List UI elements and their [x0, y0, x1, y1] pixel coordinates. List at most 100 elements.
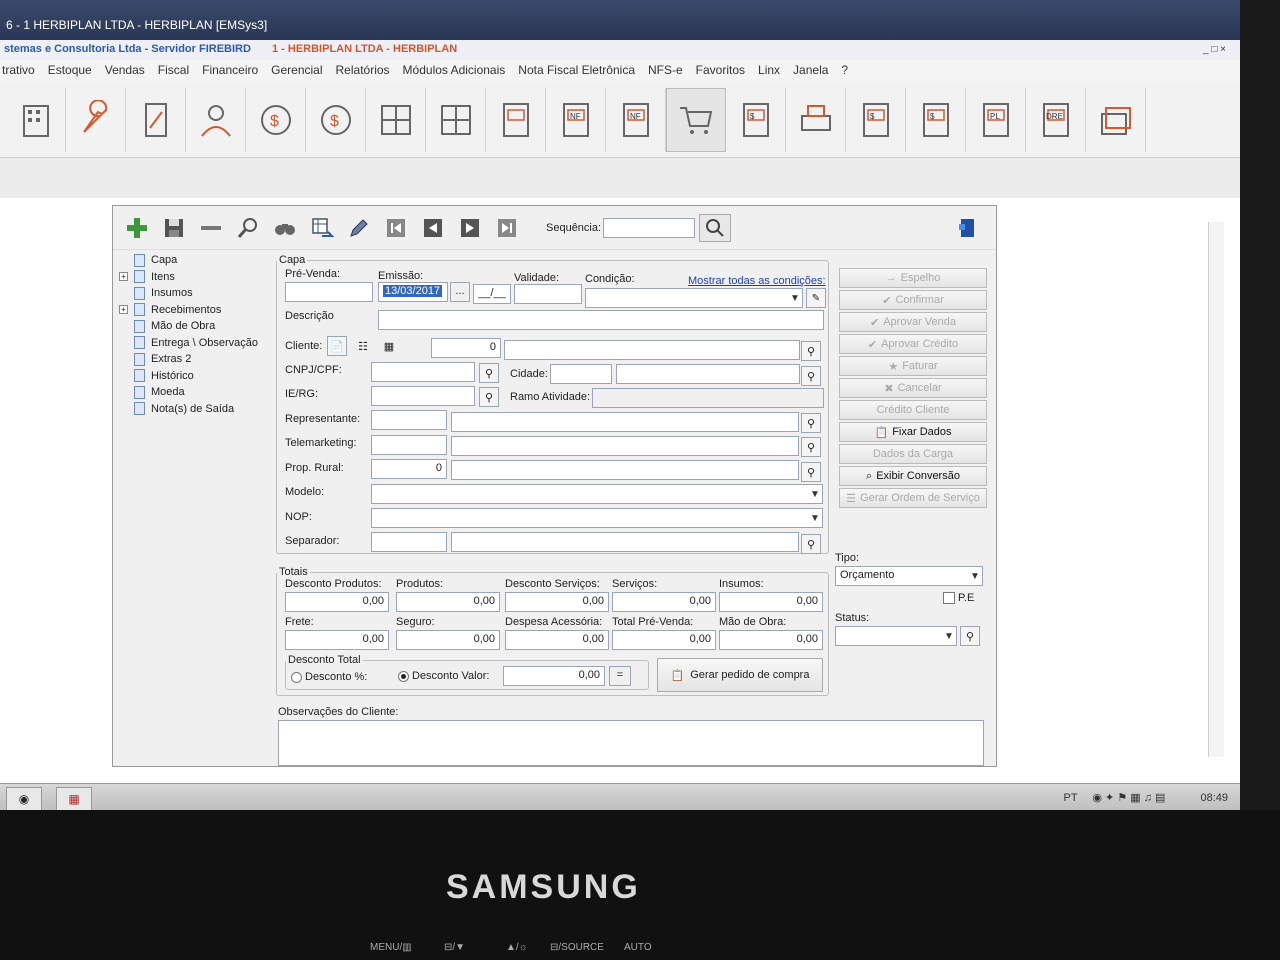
toolbar-button-cart[interactable] [666, 87, 726, 152]
pre-venda-input[interactable] [285, 282, 373, 302]
action-2-button[interactable]: ✔ Aprovar Venda [839, 312, 987, 332]
action-4-button[interactable]: ★ Faturar [839, 356, 987, 376]
tree-item[interactable]: Entrega \ Observação [119, 335, 269, 352]
cidade-search-button[interactable]: ⚲ [801, 366, 821, 386]
monitor-button-4[interactable]: AUTO [624, 942, 652, 953]
condicao-edit-button[interactable]: ✎ [806, 288, 826, 308]
telemarketing-search-button[interactable]: ⚲ [801, 437, 821, 457]
action-7-button[interactable]: 📋 Fixar Dados [839, 422, 987, 442]
cliente-code-input[interactable]: 0 [431, 338, 501, 358]
tipo-select[interactable]: Orçamento [835, 566, 983, 586]
cliente-list-button[interactable]: ☷ [353, 336, 373, 356]
toolbar-button-folders[interactable] [1086, 87, 1146, 152]
pe-checkbox[interactable] [943, 592, 955, 604]
toolbar-button-nf-out[interactable]: NF [606, 87, 666, 152]
menu-item-1[interactable]: Estoque [48, 63, 92, 77]
desconto-pct-radio[interactable] [291, 672, 302, 683]
last-record-button[interactable] [491, 214, 523, 242]
representante-code-input[interactable] [371, 410, 447, 430]
toolbar-button-money-plus[interactable]: $ [306, 87, 366, 152]
status-select[interactable] [835, 626, 957, 646]
action-9-button[interactable]: ⌕ Exibir Conversão [839, 466, 987, 486]
tree-item[interactable]: Histórico [119, 368, 269, 385]
representante-name-input[interactable] [451, 412, 799, 432]
prop-rural-search-button[interactable]: ⚲ [801, 462, 821, 482]
time-input[interactable]: __/__ [473, 284, 511, 304]
condicao-select[interactable] [585, 288, 803, 308]
toolbar-button-dre[interactable]: DRE [1026, 87, 1086, 152]
total-value[interactable]: 0,00 [285, 592, 389, 612]
action-6-button[interactable]: Crédito Cliente [839, 400, 987, 420]
monitor-button-0[interactable]: MENU/▥ [370, 942, 412, 953]
next-record-button[interactable] [454, 214, 486, 242]
tree-item[interactable]: Insumos [119, 285, 269, 302]
telemarketing-code-input[interactable] [371, 435, 447, 455]
tree-item[interactable]: Extras 2 [119, 351, 269, 368]
toolbar-button-document[interactable] [126, 87, 186, 152]
monitor-button-1[interactable]: ⊟/▼ [444, 942, 465, 953]
total-value[interactable]: 0,00 [396, 630, 500, 650]
menu-item-10[interactable]: Favoritos [696, 63, 745, 77]
total-value[interactable]: 0,00 [285, 630, 389, 650]
telemarketing-name-input[interactable] [451, 436, 799, 456]
modelo-select[interactable] [371, 484, 823, 504]
status-search-button[interactable]: ⚲ [960, 626, 980, 646]
date-picker-button[interactable]: ... [450, 282, 470, 302]
tree-item[interactable]: + Recebimentos [119, 302, 269, 319]
toolbar-button-money-minus[interactable]: $ [246, 87, 306, 152]
exit-button[interactable] [952, 214, 984, 242]
desconto-valor-radio[interactable] [398, 671, 409, 682]
desconto-apply-button[interactable]: = [609, 666, 631, 686]
toolbar-button-grid[interactable] [366, 87, 426, 152]
menu-item-11[interactable]: Linx [758, 63, 780, 77]
total-value[interactable]: 0,00 [612, 630, 716, 650]
sequence-search-button[interactable] [699, 213, 732, 242]
cliente-search-button[interactable]: ⚲ [801, 341, 821, 361]
action-10-button[interactable]: ☰ Gerar Ordem de Serviço [839, 488, 987, 508]
prop-rural-code-input[interactable]: 0 [371, 459, 447, 479]
menu-item-7[interactable]: Módulos Adicionais [403, 63, 506, 77]
separador-name-input[interactable] [451, 532, 799, 552]
separador-code-input[interactable] [371, 532, 447, 552]
mdi-scrollbar[interactable] [1208, 222, 1224, 757]
menu-item-9[interactable]: NFS-e [648, 63, 683, 77]
sequence-input[interactable] [603, 217, 696, 238]
monitor-button-2[interactable]: ▲/☼ [506, 942, 528, 953]
cidade-name-input[interactable] [616, 364, 800, 384]
monitor-button-3[interactable]: ⊟/SOURCE [550, 942, 604, 953]
mostrar-condicoes-link[interactable]: Mostrar todas as condições: [688, 275, 826, 287]
toolbar-button-nf-in[interactable]: NF [546, 87, 606, 152]
total-value[interactable]: 0,00 [505, 592, 609, 612]
menu-item-13[interactable]: ? [841, 63, 848, 77]
menu-item-6[interactable]: Relatórios [336, 63, 390, 77]
first-record-button[interactable] [380, 214, 412, 242]
tree-item[interactable]: Mão de Obra [119, 318, 269, 335]
menu-item-8[interactable]: Nota Fiscal Eletrônica [518, 63, 635, 77]
menu-item-4[interactable]: Financeiro [202, 63, 258, 77]
gerar-pedido-button[interactable]: 📋 Gerar pedido de compra [657, 658, 823, 692]
action-3-button[interactable]: ✔ Aprovar Crédito [839, 334, 987, 354]
remove-button[interactable] [195, 214, 227, 242]
toolbar-button-building[interactable] [6, 87, 66, 152]
representante-search-button[interactable]: ⚲ [801, 413, 821, 433]
filter-button[interactable] [269, 214, 301, 242]
ramo-input[interactable] [592, 388, 824, 408]
validade-input[interactable] [514, 284, 582, 304]
toolbar-button-receipt-minus[interactable]: $ [726, 87, 786, 152]
toolbar-button-receipt-list[interactable]: $ [906, 87, 966, 152]
cnpj-input[interactable] [371, 362, 475, 382]
toolbar-button-printer[interactable] [786, 87, 846, 152]
total-value[interactable]: 0,00 [719, 592, 823, 612]
prev-record-button[interactable] [417, 214, 449, 242]
total-value[interactable]: 0,00 [612, 592, 716, 612]
tree-item[interactable]: Nota(s) de Saída [119, 401, 269, 418]
menu-item-3[interactable]: Fiscal [158, 63, 189, 77]
total-value[interactable]: 0,00 [719, 630, 823, 650]
expand-icon[interactable]: + [119, 272, 128, 282]
action-0-button[interactable]: → Espelho [839, 268, 987, 288]
save-button[interactable] [158, 214, 190, 242]
emissao-input[interactable]: 13/03/2017 [378, 282, 448, 302]
toolbar-button-pl[interactable]: PL [966, 87, 1026, 152]
nop-select[interactable] [371, 508, 823, 528]
ierg-input[interactable] [371, 386, 475, 406]
